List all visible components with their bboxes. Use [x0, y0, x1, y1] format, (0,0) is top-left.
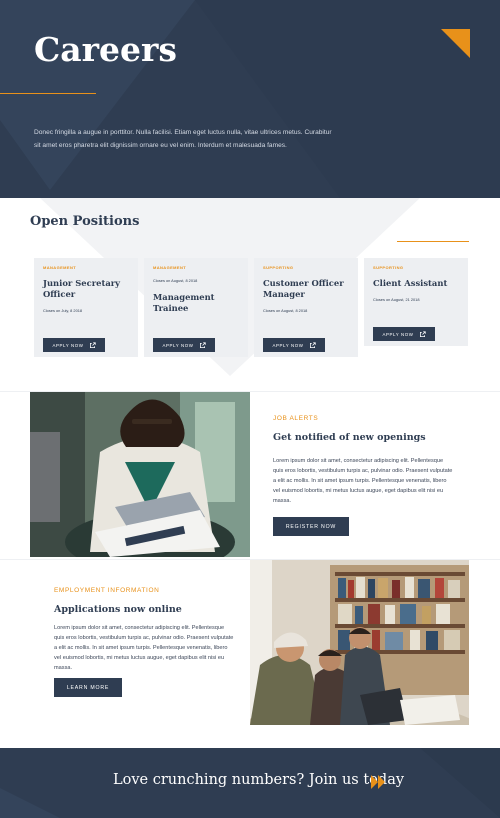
corner-triangle-icon — [441, 29, 470, 58]
apply-now-button[interactable]: APPLY NOW — [43, 338, 105, 352]
job-category: SUPPORTING — [373, 265, 404, 270]
job-card: SUPPORTING Client Assistant Closes on Au… — [364, 258, 468, 346]
team-at-table-photo — [250, 560, 469, 725]
external-link-icon — [199, 341, 206, 348]
apply-now-button[interactable]: APPLY NOW — [373, 327, 435, 341]
job-category: MANAGEMENT — [153, 265, 187, 270]
open-positions-section: Open Positions MANAGEMENT Junior Secreta… — [0, 198, 500, 391]
section-heading: Applications now online — [54, 604, 182, 615]
woman-with-laptop-photo — [30, 392, 250, 557]
apply-button-label: APPLY NOW — [52, 342, 84, 348]
job-title: Client Assistant — [373, 278, 448, 288]
job-card: MANAGEMENT Junior Secretary Officer Clos… — [34, 258, 138, 357]
job-card: SUPPORTING Customer Officer Manager Clos… — [254, 258, 358, 357]
external-link-icon — [309, 341, 316, 348]
employment-info-section: EMPLOYMENT INFORMATION Applications now … — [0, 559, 500, 748]
section-title: Open Positions — [30, 214, 140, 229]
section-heading: Get notified of new openings — [273, 432, 426, 443]
cta-banner: Love crunching numbers? Join us today — [0, 748, 500, 818]
page-title: Careers — [34, 30, 177, 69]
title-accent-rule — [0, 93, 96, 94]
cta-text[interactable]: Love crunching numbers? Join us today — [113, 772, 404, 788]
job-title: Junior Secretary Officer — [43, 278, 121, 299]
external-link-icon — [419, 330, 426, 337]
job-title: Management Trainee — [153, 292, 215, 313]
apply-now-button[interactable]: APPLY NOW — [263, 338, 325, 352]
section-body-text: Lorem ipsum dolor sit amet, consectetur … — [54, 625, 234, 671]
job-closing-date: Closes on August, 8 2018 — [153, 278, 198, 283]
register-now-button[interactable]: REGISTER NOW — [273, 517, 349, 536]
learn-more-button[interactable]: LEARN MORE — [54, 678, 122, 697]
apply-now-button[interactable]: APPLY NOW — [153, 338, 215, 352]
job-title: Customer Officer Manager — [263, 278, 344, 299]
apply-button-label: APPLY NOW — [162, 342, 194, 348]
job-category: MANAGEMENT — [43, 265, 77, 270]
apply-button-label: APPLY NOW — [382, 331, 414, 337]
job-closing-date: Closes on August, 8 2018 — [263, 308, 308, 313]
job-category: SUPPORTING — [263, 265, 294, 270]
hero-section: Careers Donec fringilla a augue in portt… — [0, 0, 500, 198]
job-card: MANAGEMENT Closes on August, 8 2018 Mana… — [144, 258, 248, 357]
section-label: JOB ALERTS — [273, 415, 319, 422]
job-closing-date: Closes on July, 8 2018 — [43, 308, 83, 313]
job-closing-date: Closes on August, 21 2018 — [373, 297, 420, 302]
register-button-label: REGISTER NOW — [285, 523, 337, 530]
section-body-text: Lorem ipsum dolor sit amet, consectetur … — [273, 458, 453, 504]
double-chevron-right-icon[interactable] — [370, 774, 386, 790]
job-alerts-section: JOB ALERTS Get notified of new openings … — [0, 391, 500, 559]
hero-intro-text: Donec fringilla a augue in porttitor. Nu… — [34, 129, 332, 149]
section-label: EMPLOYMENT INFORMATION — [54, 587, 160, 594]
section-accent-rule — [397, 241, 469, 242]
learn-more-button-label: LEARN MORE — [66, 684, 110, 691]
external-link-icon — [89, 341, 96, 348]
apply-button-label: APPLY NOW — [272, 342, 304, 348]
